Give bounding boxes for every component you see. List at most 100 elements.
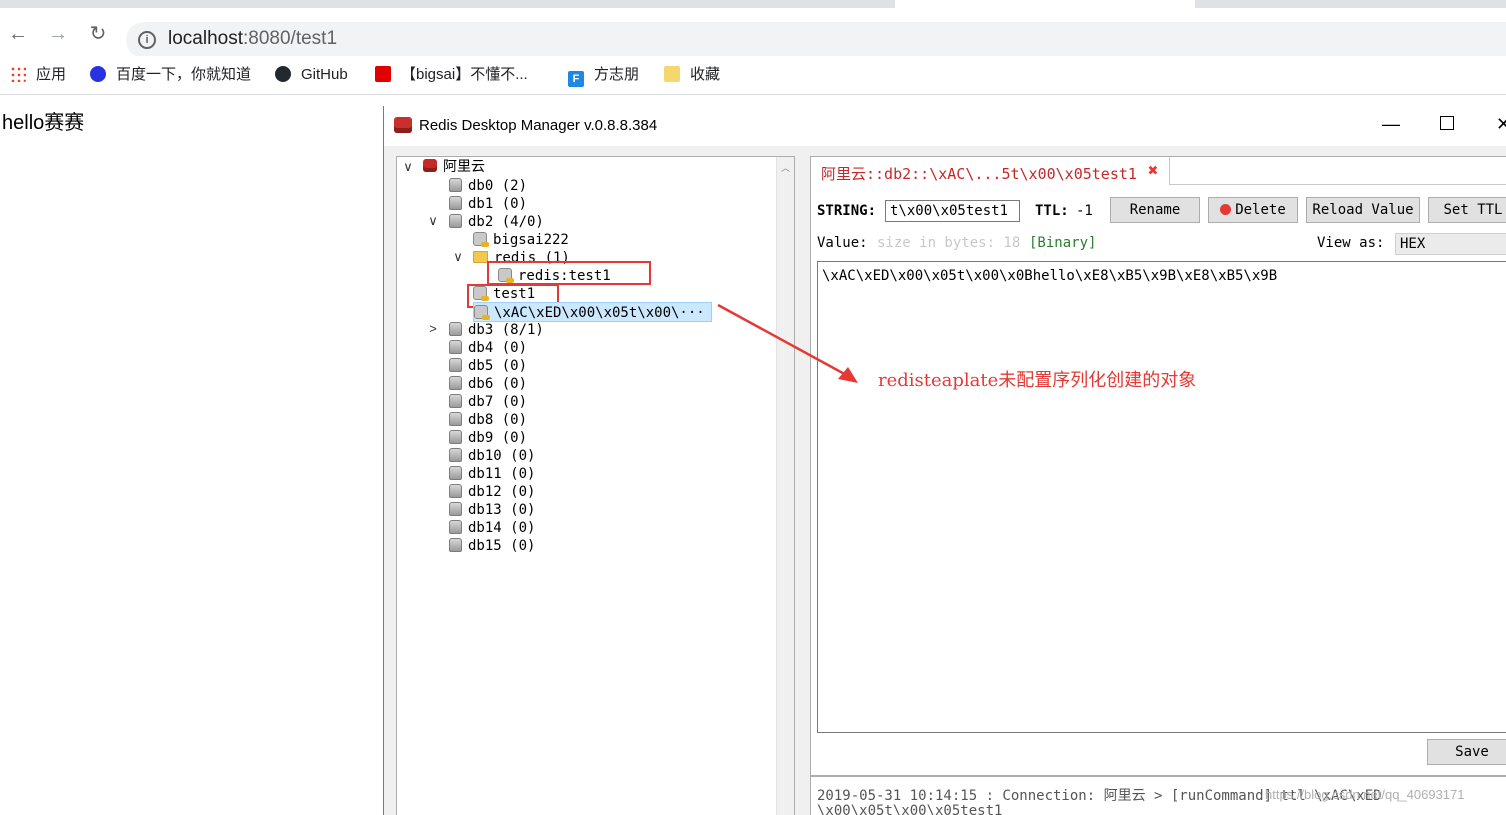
tree-key-serialized-selected[interactable]: \xAC\xED\x00\x05t\x00\··· — [473, 302, 712, 322]
tree-label: db13 (0) — [468, 502, 536, 518]
bookmark-folder[interactable]: 收藏 — [664, 65, 720, 85]
binary-tag: [Binary] — [1029, 235, 1097, 251]
tree-db2[interactable]: db2 (4/0) — [449, 212, 544, 230]
tree-db12[interactable]: db12 (0) — [449, 482, 535, 500]
tree-db4[interactable]: db4 (0) — [449, 338, 527, 356]
key-view-panel: 阿里云::db2::\xAC\...5t\x00\x05test1 ✖ STRI… — [810, 156, 1506, 776]
watermark-text: https://blog.csdn.net/qq_40693171 — [1265, 787, 1465, 802]
window-title: Redis Desktop Manager v.0.8.8.384 — [419, 117, 658, 134]
database-icon — [449, 538, 462, 552]
tree-label: db7 (0) — [468, 394, 528, 410]
annotation-text: redisteaplate未配置序列化创建的对象 — [878, 370, 1197, 391]
tree-label: db8 (0) — [468, 412, 528, 428]
tree-label: db6 (0) — [468, 376, 528, 392]
tree-server-node[interactable]: 阿里云 — [423, 157, 485, 175]
highlight-box-redis-test1 — [487, 261, 651, 285]
chevron-down-icon[interactable]: ∨ — [451, 249, 465, 265]
chevron-right-icon[interactable]: > — [426, 321, 440, 336]
tree-db3[interactable]: db3 (8/1) — [449, 320, 544, 338]
bookmark-apps[interactable]: 应用 — [10, 65, 66, 85]
set-ttl-button[interactable]: Set TTL — [1428, 197, 1506, 223]
database-icon — [449, 358, 462, 372]
tree-db9[interactable]: db9 (0) — [449, 428, 527, 446]
server-icon — [423, 159, 437, 172]
database-icon — [449, 322, 462, 336]
site-info-icon[interactable]: i — [138, 31, 156, 49]
tree-db7[interactable]: db7 (0) — [449, 392, 527, 410]
delete-button[interactable]: Delete — [1208, 197, 1298, 223]
tree-db14[interactable]: db14 (0) — [449, 518, 535, 536]
tree-db15[interactable]: db15 (0) — [449, 536, 535, 554]
database-icon — [449, 394, 462, 408]
tree-label: db11 (0) — [468, 466, 536, 482]
delete-icon — [1220, 204, 1232, 215]
tree-db6[interactable]: db6 (0) — [449, 374, 527, 392]
tree-db11[interactable]: db11 (0) — [449, 464, 535, 482]
bookmarks-bar: 应用 百度一下，你就知道 GitHub 【bigsai】不懂不... F 方志朋 … — [0, 56, 1506, 95]
delete-label: Delete — [1235, 202, 1286, 218]
tree-label: db14 (0) — [468, 520, 536, 536]
browser-toolbar: ← → ↻ i localhost:8080/test1 — [0, 8, 1506, 58]
key-name-field[interactable]: t\x00\x05test1 — [885, 200, 1020, 222]
tree-label: db5 (0) — [468, 358, 528, 374]
database-icon — [449, 412, 462, 426]
tree-label: db9 (0) — [468, 430, 528, 446]
maximize-icon[interactable] — [1440, 116, 1454, 130]
reload-value-button[interactable]: Reload Value — [1306, 197, 1420, 223]
tab-title: 阿里云::db2::\xAC\...5t\x00\x05test1 — [821, 165, 1137, 183]
database-icon — [449, 520, 462, 534]
chevron-down-icon[interactable]: ∨ — [426, 213, 440, 229]
tree-db13[interactable]: db13 (0) — [449, 500, 535, 518]
value-size-hint: size in bytes: 18 — [877, 235, 1021, 251]
tab-divider — [1169, 184, 1506, 185]
view-as-select[interactable]: HEX — [1395, 233, 1506, 255]
address-url[interactable]: localhost:8080/test1 — [168, 28, 337, 50]
tree-label: db0 (2) — [468, 178, 528, 194]
back-arrow-icon[interactable]: ← — [6, 22, 30, 46]
bookmark-github[interactable]: GitHub — [275, 65, 348, 85]
tree-db0[interactable]: db0 (2) — [449, 176, 527, 194]
save-button[interactable]: Save — [1427, 739, 1506, 765]
scroll-up-icon[interactable]: ︿ — [781, 161, 790, 174]
url-path: :8080/test1 — [243, 28, 338, 49]
rename-button[interactable]: Rename — [1110, 197, 1200, 223]
browser-tab-strip — [0, 0, 1506, 8]
tree-label: db15 (0) — [468, 538, 536, 554]
csdn-icon — [375, 66, 391, 82]
tab-close-icon[interactable]: ✖ — [1148, 161, 1158, 181]
tree-db10[interactable]: db10 (0) — [449, 446, 535, 464]
page-body-text: hello赛赛 — [2, 112, 85, 134]
close-icon[interactable]: ✕ — [1496, 114, 1506, 135]
tree-scrollbar[interactable]: ︿ — [776, 157, 794, 815]
reload-icon[interactable]: ↻ — [86, 22, 110, 46]
bookmark-baidu[interactable]: 百度一下，你就知道 — [90, 65, 251, 85]
chevron-down-icon[interactable]: ∨ — [401, 159, 415, 175]
connection-tree: ︿ ∨ 阿里云 db0 (2) db1 (0) ∨ db2 (4/0) bigs… — [396, 156, 795, 815]
redis-logo-icon — [394, 117, 412, 133]
key-icon — [474, 305, 490, 320]
folder-icon — [664, 66, 680, 82]
minimize-icon[interactable]: — — [1382, 114, 1400, 135]
view-as-label: View as: — [1317, 235, 1385, 251]
apps-grid-icon — [10, 66, 26, 82]
bookmark-csdn[interactable]: 【bigsai】不懂不... — [375, 65, 528, 85]
baidu-paw-icon — [90, 66, 106, 82]
address-bar[interactable]: i localhost:8080/test1 — [126, 22, 1506, 58]
tree-key-bigsai222[interactable]: bigsai222 — [473, 230, 569, 248]
database-icon — [449, 214, 462, 228]
tree-db1[interactable]: db1 (0) — [449, 194, 527, 212]
database-icon — [449, 430, 462, 444]
tree-db8[interactable]: db8 (0) — [449, 410, 527, 428]
tab-key-view[interactable]: 阿里云::db2::\xAC\...5t\x00\x05test1 ✖ — [811, 157, 1170, 185]
browser-tab-active[interactable] — [895, 0, 1195, 8]
folder-icon — [473, 251, 488, 263]
tree-label: db1 (0) — [468, 196, 528, 212]
tree-db5[interactable]: db5 (0) — [449, 356, 527, 374]
tree-label: db12 (0) — [468, 484, 536, 500]
bookmark-fangzhipeng[interactable]: F 方志朋 — [568, 65, 639, 87]
value-editor[interactable]: \xAC\xED\x00\x05t\x00\x0Bhello\xE8\xB5\x… — [817, 261, 1506, 733]
ttl-value: -1 — [1076, 203, 1093, 219]
database-icon — [449, 484, 462, 498]
forward-arrow-icon[interactable]: → — [46, 22, 70, 46]
bookmark-label: 【bigsai】不懂不... — [401, 66, 528, 83]
